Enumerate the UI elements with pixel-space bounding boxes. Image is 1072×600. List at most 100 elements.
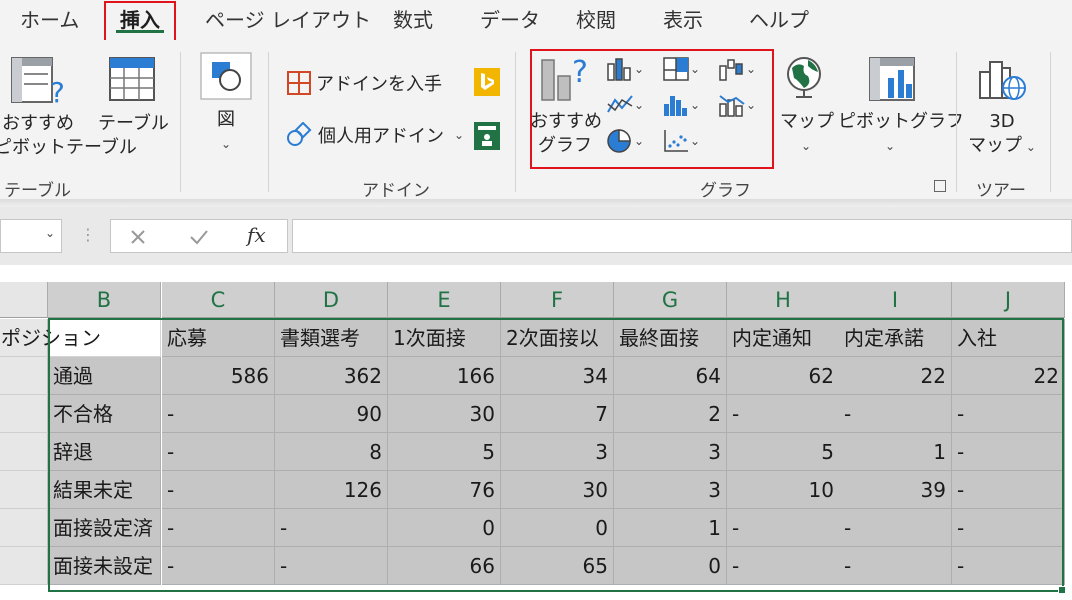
table-cell[interactable]: - [952,395,1065,433]
table-cell[interactable]: 30 [388,395,501,433]
row-label-cell[interactable]: 結果未定 [48,471,161,509]
recommended-charts-button[interactable]: おすすめ グラフ [530,110,602,158]
table-cell[interactable]: 5 [727,433,840,471]
table-cell[interactable]: - [952,509,1065,547]
table-cell[interactable]: 2 [614,395,727,433]
fill-handle[interactable] [1058,586,1066,594]
table-header-cell[interactable]: ポジション [1,319,161,357]
table-cell[interactable]: 22 [952,357,1065,395]
maps-button[interactable]: マップ ⌄ [780,110,834,158]
row-label-cell[interactable]: 辞退 [48,433,161,471]
table-cell[interactable]: 1 [614,509,727,547]
table-cell[interactable]: - [162,471,275,509]
row-label-cell[interactable]: 不合格 [48,395,161,433]
table-cell[interactable]: - [275,509,388,547]
cancel-icon[interactable] [129,228,147,246]
table-cell[interactable]: 65 [501,547,614,585]
table-cell[interactable]: 22 [839,357,952,395]
tab-formulas[interactable]: 数式 [393,0,433,40]
tab-insert[interactable]: 挿入 [104,0,176,40]
row-label-cell[interactable]: 面接設定済 [48,509,161,547]
charts-dialog-launcher-icon[interactable] [934,180,946,192]
table-cell[interactable]: - [727,395,840,433]
table-header-cell[interactable]: 2次面接以 [501,319,614,357]
table-header-cell[interactable]: 入社 [952,319,1065,357]
name-box[interactable]: ⌄ [0,219,62,253]
recommended-pivot-button[interactable]: おすすめ ピボットテーブル [0,112,137,160]
table-cell[interactable]: 30 [501,471,614,509]
table-cell[interactable]: 3 [501,433,614,471]
scatter-chart-button[interactable]: ⌄ [662,128,700,154]
select-all-corner[interactable] [0,282,48,318]
table-cell[interactable]: - [839,395,952,433]
tab-view[interactable]: 表示 [663,0,703,40]
table-cell[interactable]: 7 [501,395,614,433]
table-header-cell[interactable]: 書類選考 [275,319,388,357]
table-header-cell[interactable]: 内定通知 [727,319,840,357]
row-label-cell[interactable]: 通過 [48,357,161,395]
table-header-cell[interactable]: 最終面接 [614,319,727,357]
column-header-b[interactable]: B [48,282,161,318]
column-header-h[interactable]: H [727,282,840,318]
row-header[interactable] [0,509,48,547]
row-header[interactable] [0,357,48,395]
my-addins-button[interactable]: 個人用アドイン ⌄ [286,122,464,148]
tab-page-layout[interactable]: ページ レイアウト [205,0,371,40]
table-cell[interactable]: - [952,471,1065,509]
get-addins-button[interactable]: アドインを入手 [286,70,442,96]
formula-input[interactable] [292,219,1072,253]
row-header[interactable] [0,471,48,509]
table-cell[interactable]: 62 [727,357,840,395]
table-cell[interactable]: 586 [162,357,275,395]
table-cell[interactable]: 10 [727,471,840,509]
pie-chart-button[interactable]: ⌄ [606,128,644,154]
row-header[interactable] [0,395,48,433]
bing-maps-icon[interactable] [474,68,500,100]
column-header-c[interactable]: C [162,282,275,318]
table-cell[interactable]: - [162,509,275,547]
formula-bar-grip-icon[interactable]: ⋮ [80,225,96,244]
column-header-d[interactable]: D [275,282,388,318]
table-header-cell[interactable]: 内定承諾 [839,319,952,357]
table-cell[interactable]: 34 [501,357,614,395]
table-cell[interactable]: 166 [388,357,501,395]
table-header-cell[interactable]: 応募 [162,319,275,357]
column-header-j[interactable]: J [952,282,1065,318]
table-cell[interactable]: - [162,433,275,471]
pivot-chart-button[interactable]: ピボットグラフ ⌄ [838,110,964,158]
combo-chart-button[interactable]: ⌄ [718,92,756,118]
table-cell[interactable]: 76 [388,471,501,509]
table-header-cell[interactable]: 1次面接 [388,319,501,357]
table-cell[interactable]: 5 [388,433,501,471]
table-cell[interactable]: - [727,509,840,547]
insert-function-icon[interactable]: fx [247,223,266,247]
table-cell[interactable]: 66 [388,547,501,585]
row-header[interactable] [0,547,48,585]
table-cell[interactable]: 362 [275,357,388,395]
tab-help[interactable]: ヘルプ [749,0,809,40]
people-graph-icon[interactable] [474,122,500,154]
table-cell[interactable]: 0 [388,509,501,547]
table-cell[interactable]: 0 [614,547,727,585]
table-cell[interactable]: - [952,433,1065,471]
tab-data[interactable]: データ [480,0,540,40]
tab-review[interactable]: 校閲 [576,0,616,40]
column-header-f[interactable]: F [501,282,614,318]
column-header-i[interactable]: I [839,282,952,318]
table-cell[interactable]: - [952,547,1065,585]
column-header-e[interactable]: E [388,282,501,318]
table-cell[interactable]: 8 [275,433,388,471]
column-header-g[interactable]: G [614,282,727,318]
hierarchy-chart-button[interactable]: ⌄ [662,56,700,82]
table-cell[interactable]: - [727,547,840,585]
table-cell[interactable]: 3 [614,471,727,509]
tab-home[interactable]: ホーム [20,0,79,40]
table-cell[interactable]: 0 [501,509,614,547]
row-label-cell[interactable]: 面接未設定 [48,547,161,585]
line-chart-button[interactable]: ⌄ [606,92,644,118]
table-cell[interactable]: - [839,509,952,547]
table-cell[interactable]: 64 [614,357,727,395]
table-cell[interactable]: 1 [839,433,952,471]
enter-icon[interactable] [189,228,209,246]
table-cell[interactable]: 39 [839,471,952,509]
